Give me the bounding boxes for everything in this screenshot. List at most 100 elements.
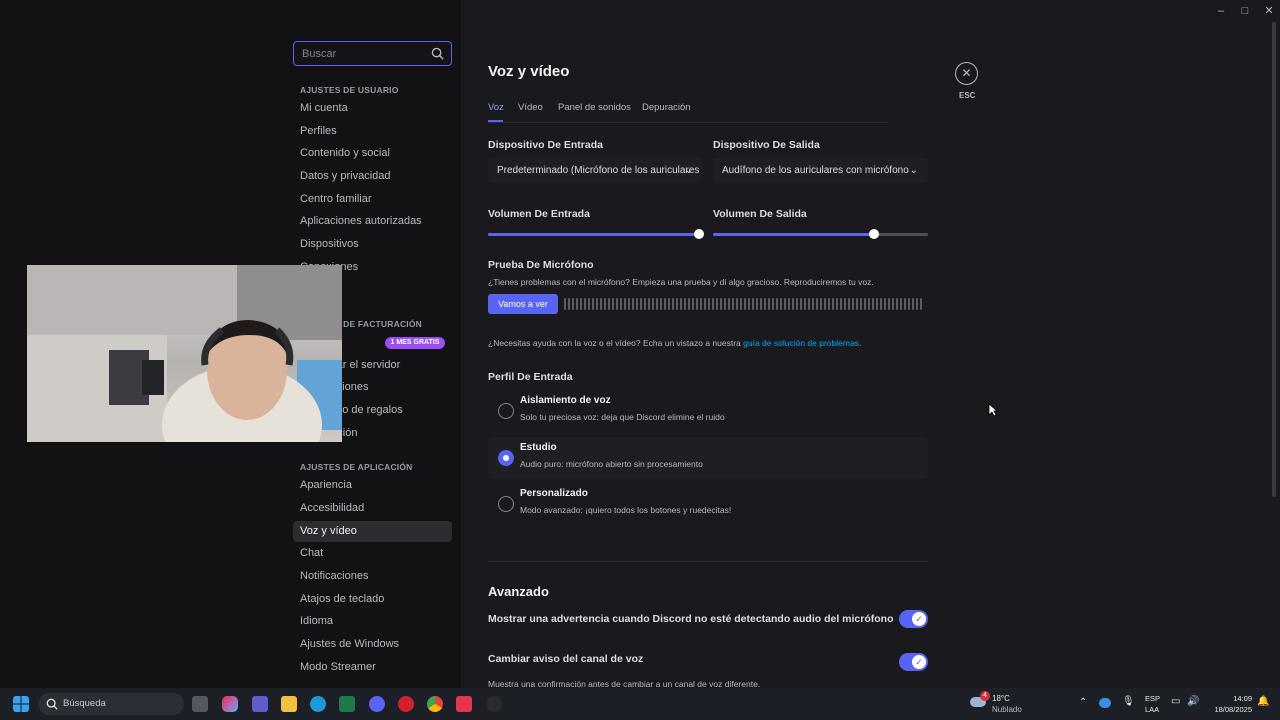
sidebar-item-profiles[interactable]: Perfiles	[293, 121, 452, 142]
meter-bar	[596, 298, 598, 310]
meter-bar	[800, 298, 802, 310]
help-text: ¿Necesitas ayuda con la voz o el vídeo? …	[488, 338, 861, 348]
meter-bar	[704, 298, 706, 310]
meter-bar	[632, 298, 634, 310]
sidebar-item-chat[interactable]: Chat	[293, 543, 452, 564]
network-icon[interactable]: ▭	[1171, 696, 1180, 707]
app-icon-pink[interactable]	[456, 696, 472, 712]
onedrive-icon[interactable]	[1099, 698, 1111, 708]
tab-debug[interactable]: Depuración	[642, 102, 691, 113]
task-view-icon[interactable]	[192, 696, 208, 712]
store-icon[interactable]	[339, 696, 355, 712]
close-settings-button[interactable]: ✕	[955, 62, 978, 85]
sidebar-item-authorized-apps[interactable]: Aplicaciones autorizadas	[293, 211, 452, 232]
discord-icon[interactable]	[369, 696, 385, 712]
tab-voice[interactable]: Voz	[488, 102, 504, 113]
profile-voice-isolation[interactable]: Aislamiento de voz Solo tu preciosa voz:…	[488, 390, 928, 432]
notification-bell-icon[interactable]: 🔔	[1257, 696, 1269, 707]
sidebar-item-keybinds[interactable]: Atajos de teclado	[293, 589, 452, 610]
profile-custom[interactable]: Personalizado Modo avanzado: ¡quiero tod…	[488, 483, 928, 525]
slider-fill	[488, 233, 699, 236]
sidebar-item-accessibility[interactable]: Accesibilidad	[293, 498, 452, 519]
file-explorer-icon[interactable]	[281, 696, 297, 712]
sidebar-item-windows-settings[interactable]: Ajustes de Windows	[293, 634, 452, 655]
clock-time[interactable]: 14:09	[1212, 694, 1252, 703]
mic-test-button[interactable]: Vamos a ver	[488, 294, 558, 314]
sidebar-item-voice-video[interactable]: Voz y vídeo	[293, 521, 452, 542]
esc-label: ESC	[959, 91, 976, 100]
minimize-button[interactable]: –	[1209, 2, 1233, 20]
edge-icon[interactable]	[310, 696, 326, 712]
profile-studio[interactable]: Estudio Audio puro: micrófono abierto si…	[488, 437, 928, 479]
meter-bar	[716, 298, 718, 310]
meter-bar	[860, 298, 862, 310]
meter-bar	[740, 298, 742, 310]
maximize-button[interactable]: □	[1233, 2, 1257, 20]
chevron-up-icon[interactable]: ⌃	[1079, 697, 1087, 708]
copilot-icon[interactable]	[222, 696, 238, 712]
language-bottom[interactable]: LAA	[1145, 705, 1159, 714]
clock-date[interactable]: 18/08/2025	[1206, 705, 1252, 714]
meter-bar	[748, 298, 750, 310]
tab-soundboard[interactable]: Panel de sonidos	[558, 102, 631, 113]
no-audio-warning-toggle[interactable]	[899, 610, 928, 628]
meter-bar	[892, 298, 894, 310]
sidebar-item-devices[interactable]: Dispositivos	[293, 234, 452, 255]
meter-bar	[784, 298, 786, 310]
meter-bar	[668, 298, 670, 310]
radio-button[interactable]	[498, 403, 514, 419]
sidebar-item-family-center[interactable]: Centro familiar	[293, 189, 452, 210]
meter-bar	[592, 298, 594, 310]
taskbar-search[interactable]: Búsqueda	[38, 693, 184, 715]
output-volume-slider[interactable]	[713, 229, 928, 239]
app-icon-dark[interactable]	[486, 696, 502, 712]
no-audio-warning-label: Mostrar una advertencia cuando Discord n…	[488, 613, 894, 625]
profile-description: Modo avanzado: ¡quiero todos los botones…	[520, 505, 732, 515]
input-volume-slider[interactable]	[488, 229, 704, 239]
sidebar-item-language[interactable]: Idioma	[293, 611, 452, 632]
close-window-button[interactable]: ✕	[1257, 2, 1280, 20]
meter-bar	[576, 298, 578, 310]
radio-button-selected[interactable]	[498, 450, 514, 466]
app-icon-red[interactable]	[398, 696, 414, 712]
volume-icon[interactable]: 🔊	[1187, 696, 1199, 707]
tab-video[interactable]: Vídeo	[518, 102, 543, 113]
voice-channel-prompt-toggle[interactable]	[899, 653, 928, 671]
sidebar-item-appearance[interactable]: Apariencia	[293, 475, 452, 496]
sidebar-item-content-social[interactable]: Contenido y social	[293, 143, 452, 164]
meter-bar	[920, 298, 922, 310]
sidebar-item-notifications[interactable]: Notificaciones	[293, 566, 452, 587]
meter-bar	[804, 298, 806, 310]
mouse-cursor-icon	[988, 403, 998, 417]
language-top[interactable]: ESP	[1145, 694, 1160, 703]
sidebar-item-privacy[interactable]: Datos y privacidad	[293, 166, 452, 187]
webcam-overlay	[27, 265, 342, 442]
sidebar-item-streamer-mode[interactable]: Modo Streamer	[293, 657, 452, 678]
active-tab-indicator	[488, 120, 503, 122]
meter-bar	[816, 298, 818, 310]
windows-start-icon[interactable]	[13, 696, 29, 712]
search-input[interactable]	[302, 45, 422, 63]
troubleshooting-link[interactable]: guía de solución de problemas	[743, 338, 859, 348]
section-header-user: AJUSTES DE USUARIO	[300, 85, 399, 95]
chevron-down-icon: ⌄	[909, 165, 918, 176]
weather-badge: 4	[980, 691, 990, 701]
meter-bar	[656, 298, 658, 310]
meter-bar	[812, 298, 814, 310]
scrollbar[interactable]	[1272, 22, 1276, 497]
teams-icon[interactable]	[252, 696, 268, 712]
chrome-icon[interactable]	[427, 696, 443, 712]
microphone-icon[interactable]: 🎙	[1122, 696, 1135, 707]
radio-button[interactable]	[498, 496, 514, 512]
weather-desc: Nublado	[992, 705, 1022, 714]
sidebar-item-my-account[interactable]: Mi cuenta	[293, 98, 452, 119]
meter-bar	[604, 298, 606, 310]
meter-bar	[624, 298, 626, 310]
input-device-select[interactable]: Predeterminado (Micrófono de los auricul…	[488, 158, 703, 183]
mic-test-description: ¿Tienes problemas con el micrófono? Empi…	[488, 277, 874, 287]
meter-bar	[792, 298, 794, 310]
output-device-select[interactable]: Audífono de los auriculares con micrófon…	[713, 158, 928, 183]
settings-search[interactable]	[293, 41, 452, 66]
slider-handle[interactable]	[693, 229, 704, 239]
meter-bar	[848, 298, 850, 310]
